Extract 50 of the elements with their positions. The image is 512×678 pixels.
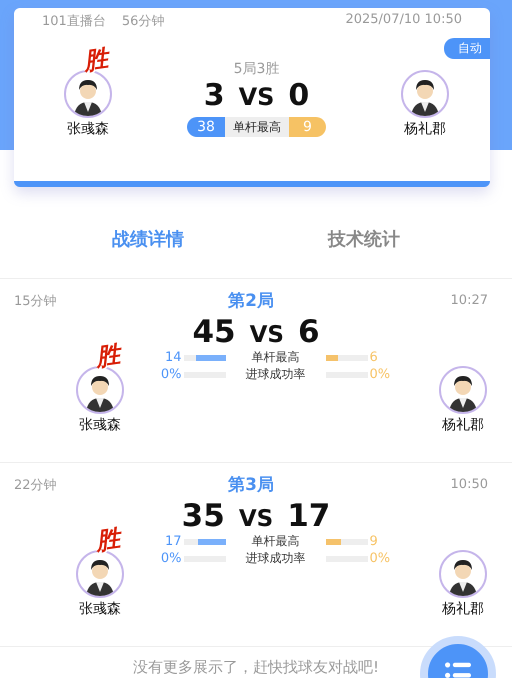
stat-value: 6 bbox=[370, 350, 379, 365]
list-icon bbox=[445, 662, 471, 678]
format-label: 5局3胜 bbox=[234, 60, 280, 78]
player-name: 杨礼郡 bbox=[404, 120, 446, 138]
stat-label: 进球成功率 bbox=[244, 367, 306, 382]
player-name: 杨礼郡 bbox=[442, 600, 484, 618]
stat-value: 0% bbox=[160, 551, 182, 566]
score-value: 0 bbox=[288, 78, 310, 113]
time-label: 10:27 bbox=[450, 293, 488, 308]
stat-value: 0% bbox=[370, 367, 392, 382]
stat-label: 单杆最高 bbox=[250, 350, 300, 365]
player-name: 张彧森 bbox=[79, 600, 121, 618]
time-label: 10:50 bbox=[450, 477, 488, 492]
break-value: 38 bbox=[187, 117, 225, 137]
stat-value: 0% bbox=[370, 551, 392, 566]
stat-label: 进球成功率 bbox=[244, 551, 306, 566]
winner-label: 胜 bbox=[94, 342, 122, 370]
duration-label: 22分钟 bbox=[14, 476, 58, 494]
game-title: 第2局 bbox=[228, 290, 274, 312]
score-value: 45 bbox=[192, 314, 236, 350]
player-name: 张彧森 bbox=[67, 120, 109, 138]
versus-label: VS bbox=[250, 322, 284, 348]
end-message: 没有更多展示了，赶快找球友对战吧! bbox=[132, 658, 379, 676]
break-label: 单杆最高 bbox=[224, 117, 289, 137]
duration-label: 56分钟 bbox=[122, 13, 164, 30]
score-value: 17 bbox=[287, 498, 330, 534]
stat-value: 9 bbox=[370, 534, 379, 549]
date-label: 2025/07/10 10:50 bbox=[345, 12, 462, 29]
player-name: 张彧森 bbox=[79, 416, 121, 434]
stat-value: 0% bbox=[160, 367, 182, 382]
avatar-icon bbox=[439, 366, 487, 414]
versus-label: VS bbox=[238, 506, 274, 532]
stat-value: 14 bbox=[164, 350, 182, 365]
score-value: 6 bbox=[298, 314, 320, 350]
versus-label: VS bbox=[238, 83, 274, 111]
score-value: 3 bbox=[204, 78, 225, 113]
score-value: 35 bbox=[182, 498, 225, 534]
stat-value: 17 bbox=[164, 534, 182, 549]
mode-tag[interactable]: 自动 bbox=[444, 38, 490, 59]
player-name: 杨礼郡 bbox=[442, 416, 484, 434]
channel-label: 101直播台 bbox=[42, 13, 106, 30]
break-value: 9 bbox=[288, 117, 326, 137]
avatar-icon bbox=[401, 70, 449, 118]
tab[interactable]: 技术统计 bbox=[328, 226, 400, 258]
winner-label: 胜 bbox=[94, 526, 122, 554]
stat-label: 单杆最高 bbox=[250, 534, 300, 549]
game-title: 第3局 bbox=[228, 474, 274, 496]
avatar-icon bbox=[439, 550, 487, 598]
winner-label: 胜 bbox=[82, 46, 110, 74]
duration-label: 15分钟 bbox=[14, 292, 58, 310]
